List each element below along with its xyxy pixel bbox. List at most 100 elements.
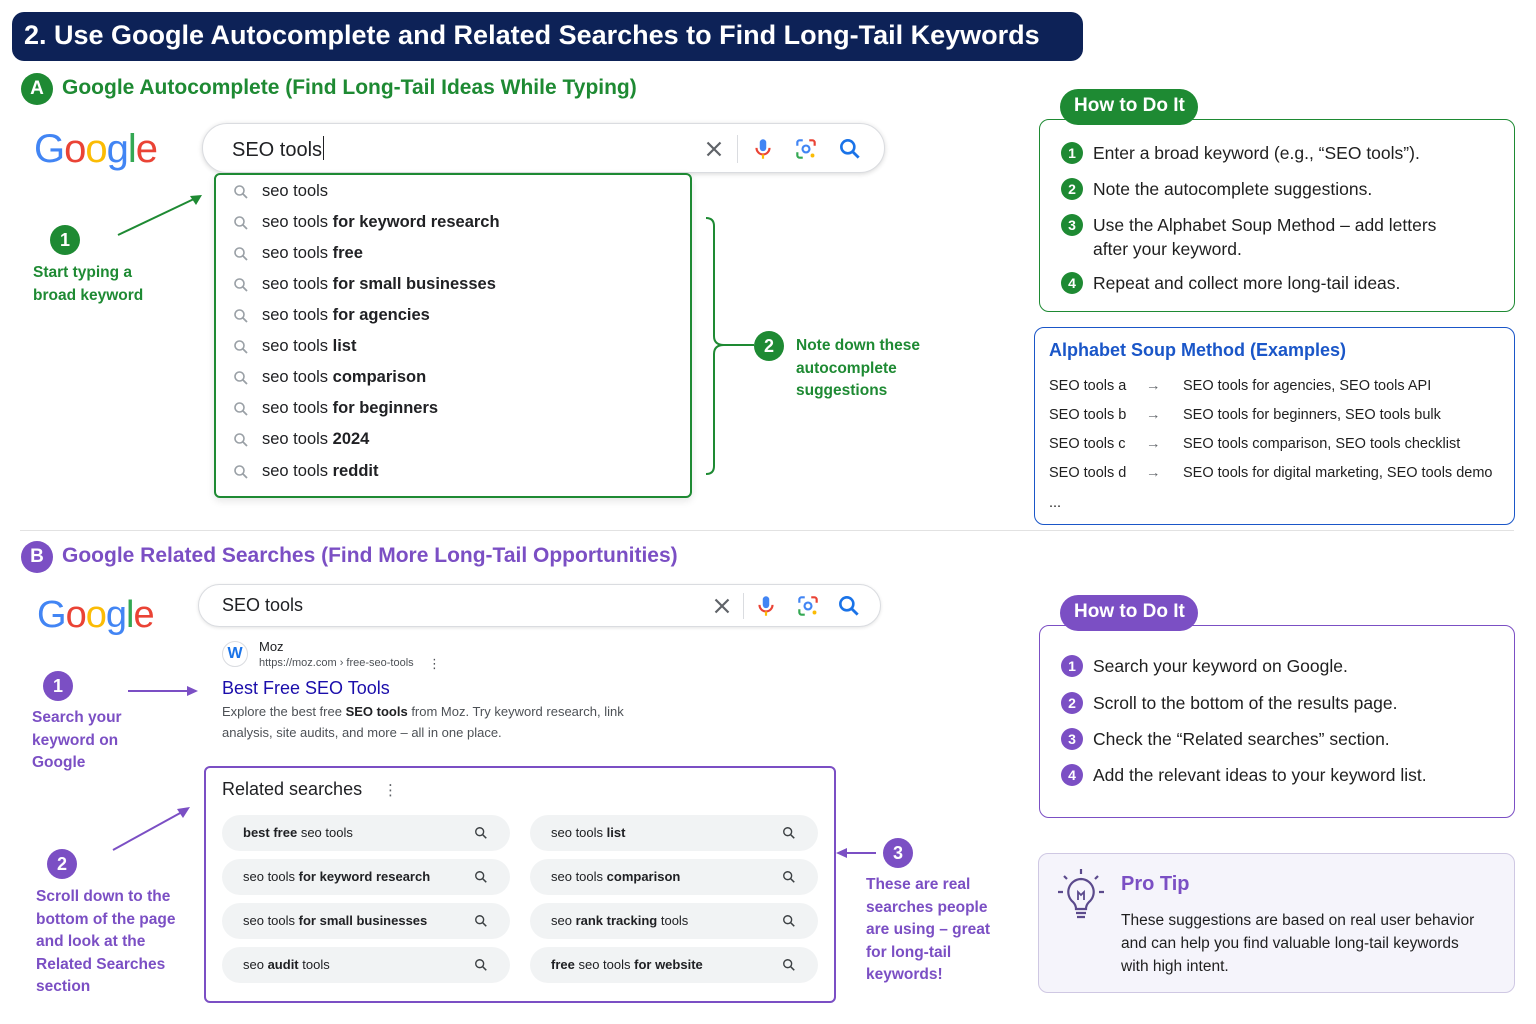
arrow-icon: →: [1146, 378, 1161, 394]
related-search-chip[interactable]: seo tools list: [530, 815, 818, 851]
step-1-badge: 1: [50, 225, 80, 255]
autocomplete-suggestion[interactable]: seo tools for beginners: [216, 394, 690, 425]
how-to-step-badge: 2: [1061, 178, 1083, 200]
section-divider: [20, 530, 1514, 531]
autocomplete-suggestion[interactable]: seo tools free: [216, 239, 690, 270]
related-search-chip[interactable]: seo tools comparison: [530, 859, 818, 895]
google-logo: Google: [37, 594, 155, 636]
search-icon: [234, 278, 248, 292]
how-to-item: Search your keyword on Google.: [1093, 656, 1348, 676]
search-bar-divider: [743, 593, 744, 619]
alphabet-query: SEO tools b: [1049, 407, 1127, 423]
alphabet-more: ...: [1049, 495, 1062, 511]
search-icon: [234, 309, 248, 323]
related-search-chip[interactable]: best free seo tools: [222, 815, 510, 851]
related-search-chip[interactable]: seo audit tools: [222, 947, 510, 983]
search-icon: [783, 827, 795, 839]
search-icon[interactable]: [837, 136, 863, 162]
search-icon: [234, 247, 248, 261]
google-lens-icon[interactable]: [795, 593, 821, 619]
autocomplete-suggestion[interactable]: seo tools: [216, 177, 690, 208]
search-icon: [475, 915, 487, 927]
section-a-title: Google Autocomplete (Find Long-Tail Idea…: [62, 76, 637, 99]
arrow-icon: →: [1146, 465, 1161, 481]
microphone-icon[interactable]: [750, 136, 776, 162]
how-to-item: Scroll to the bottom of the results page…: [1093, 693, 1398, 713]
pro-tip-text: These suggestions are based on real user…: [1121, 912, 1475, 975]
more-options-icon[interactable]: ⋮: [428, 656, 441, 672]
clear-icon[interactable]: [701, 136, 727, 162]
how-to-item: Check the “Related searches” section.: [1093, 729, 1390, 749]
alphabet-query: SEO tools a: [1049, 378, 1127, 394]
alphabet-results: SEO tools for digital marketing, SEO too…: [1183, 465, 1493, 481]
how-to-step-badge: 1: [1061, 655, 1083, 677]
autocomplete-suggestion[interactable]: seo tools list: [216, 332, 690, 363]
google-logo: Google: [34, 127, 158, 171]
how-to-step-badge: 3: [1061, 214, 1083, 236]
autocomplete-dropdown: seo tools seo tools for keyword research…: [214, 173, 692, 498]
autocomplete-suggestion[interactable]: seo tools comparison: [216, 363, 690, 394]
result-snippet: Explore the best free SEO tools from Moz…: [222, 704, 624, 740]
autocomplete-suggestion[interactable]: seo tools reddit: [216, 457, 690, 488]
search-input[interactable]: SEO tools: [232, 136, 325, 162]
how-to-step-badge: 4: [1061, 764, 1083, 786]
search-input[interactable]: SEO tools: [222, 595, 303, 616]
search-icon: [234, 465, 248, 479]
search-icon: [783, 871, 795, 883]
google-lens-icon[interactable]: [793, 136, 819, 162]
arrow-icon: [836, 848, 876, 858]
search-bar[interactable]: SEO tools: [198, 584, 881, 627]
search-icon: [475, 959, 487, 971]
alphabet-query: SEO tools c: [1049, 436, 1126, 452]
how-to-item: Enter a broad keyword (e.g., “SEO tools”…: [1093, 143, 1420, 163]
step-2-badge: 2: [754, 331, 784, 361]
how-to-item: Repeat and collect more long-tail ideas.: [1093, 273, 1401, 293]
related-search-chip[interactable]: free seo tools for website: [530, 947, 818, 983]
related-search-chip[interactable]: seo rank tracking tools: [530, 903, 818, 939]
how-to-item: Add the relevant ideas to your keyword l…: [1093, 765, 1427, 785]
result-url[interactable]: https://moz.com › free-seo-tools: [259, 657, 414, 669]
autocomplete-suggestion[interactable]: seo tools for keyword research: [216, 208, 690, 239]
search-icon: [234, 185, 248, 199]
result-title-link[interactable]: Best Free SEO Tools: [222, 678, 390, 699]
alphabet-results: SEO tools for agencies, SEO tools API: [1183, 378, 1432, 394]
search-icon[interactable]: [836, 593, 862, 619]
how-to-step-badge: 4: [1061, 272, 1083, 294]
alphabet-query: SEO tools d: [1049, 465, 1127, 481]
related-search-chip[interactable]: seo tools for small businesses: [222, 903, 510, 939]
more-options-icon[interactable]: ⋮: [383, 781, 398, 799]
arrow-icon: [117, 195, 202, 236]
bracket-icon: [705, 217, 754, 475]
step-2-badge: 2: [47, 849, 77, 879]
step-3-badge: 3: [883, 838, 913, 868]
how-to-item: Use the Alphabet Soup Method – add lette…: [1093, 215, 1437, 259]
page-title: 2. Use Google Autocomplete and Related S…: [12, 12, 1083, 61]
search-icon: [234, 433, 248, 447]
step-3-callout: These are real searches people are using –…: [866, 876, 991, 983]
site-favicon: W: [222, 641, 248, 667]
how-to-step-badge: 3: [1061, 728, 1083, 750]
autocomplete-suggestion[interactable]: seo tools 2024: [216, 425, 690, 456]
search-icon: [783, 959, 795, 971]
section-a-badge: A: [21, 73, 53, 105]
pro-tip-title: Pro Tip: [1121, 873, 1190, 895]
step-1-callout: Start typing a broad keyword: [33, 264, 144, 304]
how-to-tab: How to Do It: [1060, 89, 1198, 125]
autocomplete-suggestion[interactable]: seo tools for small businesses: [216, 270, 690, 301]
result-site-name[interactable]: Moz: [259, 639, 284, 654]
microphone-icon[interactable]: [753, 593, 779, 619]
alphabet-soup-title: Alphabet Soup Method (Examples): [1049, 340, 1347, 360]
related-search-chip[interactable]: seo tools for keyword research: [222, 859, 510, 895]
search-bar-divider: [737, 135, 738, 163]
autocomplete-suggestion[interactable]: seo tools for agencies: [216, 301, 690, 332]
search-icon: [783, 915, 795, 927]
alphabet-results: SEO tools for beginners, SEO tools bulk: [1183, 407, 1441, 423]
related-searches-panel: Related searches ⋮ best free seo tools s…: [204, 766, 836, 1003]
lightbulb-icon: [1058, 869, 1104, 919]
search-icon: [475, 827, 487, 839]
search-bar[interactable]: SEO tools: [202, 123, 885, 173]
step-2-callout: Note down these autocomplete suggestions: [796, 337, 921, 399]
clear-icon[interactable]: [709, 593, 735, 619]
alphabet-results: SEO tools comparison, SEO tools checklis…: [1183, 436, 1461, 452]
step-2-callout: Scroll down to the bottom of the page and …: [36, 888, 176, 995]
